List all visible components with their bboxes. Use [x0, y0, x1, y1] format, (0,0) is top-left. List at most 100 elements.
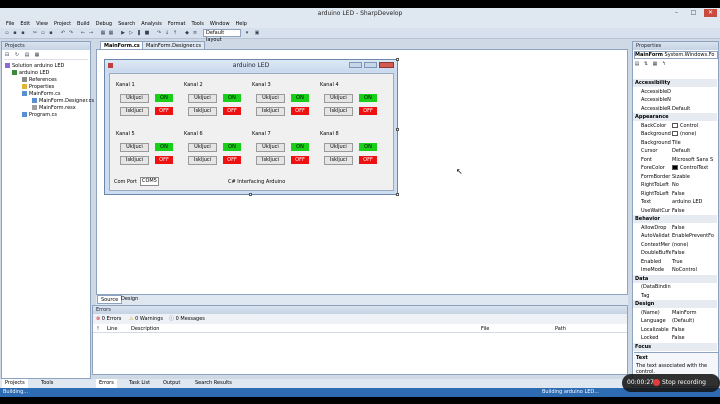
- tab-tools[interactable]: Tools: [38, 379, 56, 388]
- property-row[interactable]: Background Tile: [633, 139, 717, 147]
- property-value[interactable]: NoControl: [672, 266, 717, 274]
- channel-8-on-button[interactable]: Ukljuci: [324, 143, 353, 152]
- layout-select[interactable]: Default layout: [203, 29, 241, 43]
- property-row[interactable]: Background (none): [633, 130, 717, 138]
- property-row[interactable]: (Name) MainForm: [633, 309, 717, 317]
- channel-8-off-button[interactable]: Iskljuci: [324, 156, 353, 165]
- property-row[interactable]: AccessibleD: [633, 88, 717, 96]
- property-value[interactable]: (none): [680, 130, 717, 138]
- property-row[interactable]: (DataBindin: [633, 283, 717, 291]
- property-value[interactable]: No: [672, 181, 717, 189]
- redo-icon[interactable]: ↷: [68, 30, 74, 36]
- build-icon[interactable]: ▦: [100, 30, 106, 36]
- property-value[interactable]: Microsoft Sans S: [672, 156, 717, 164]
- property-category[interactable]: Design: [633, 300, 717, 308]
- maximize-button[interactable]: □: [687, 9, 700, 17]
- chevron-down-icon[interactable]: ▾: [244, 30, 250, 36]
- step-out-icon[interactable]: ↑: [172, 30, 178, 36]
- property-row[interactable]: ContextMer (none): [633, 241, 717, 249]
- cut-icon[interactable]: ✂: [32, 30, 38, 36]
- property-category[interactable]: Focus: [633, 342, 717, 351]
- alphabetical-icon[interactable]: ⇅: [643, 61, 649, 67]
- menu-item-help[interactable]: Help: [233, 21, 250, 27]
- channel-5-on-button[interactable]: Ukljuci: [120, 143, 149, 152]
- properties-view-icon[interactable]: ▦: [652, 61, 658, 67]
- property-row[interactable]: Locked False: [633, 334, 717, 342]
- property-row[interactable]: Tag: [633, 292, 717, 300]
- form-window[interactable]: arduino LED Kanal 1 Ukljuci ON Iskljuci OFF K…: [104, 59, 398, 195]
- channel-4-off-button[interactable]: Iskljuci: [324, 107, 353, 116]
- undo-icon[interactable]: ↶: [60, 30, 66, 36]
- stop-icon[interactable]: ■: [144, 30, 150, 36]
- property-value[interactable]: False: [672, 326, 717, 334]
- property-value[interactable]: False: [672, 207, 717, 215]
- channel-5-off-button[interactable]: Iskljuci: [120, 156, 149, 165]
- tree-item-solution[interactable]: Solution arduino LED: [5, 63, 64, 69]
- resize-handle[interactable]: [396, 128, 399, 131]
- property-row[interactable]: Font Microsoft Sans S: [633, 156, 717, 164]
- save-icon[interactable]: ▪: [20, 30, 26, 36]
- property-value[interactable]: Tile: [672, 139, 717, 147]
- property-category[interactable]: Appearance: [633, 113, 717, 121]
- property-value[interactable]: (none): [672, 241, 717, 249]
- channel-2-off-button[interactable]: Iskljuci: [188, 107, 217, 116]
- menu-item-window[interactable]: Window: [207, 21, 233, 27]
- property-value[interactable]: Control: [680, 122, 717, 130]
- tree-item-resx[interactable]: MainForm.resx: [32, 105, 76, 111]
- run-without-debug-icon[interactable]: ▷: [128, 30, 134, 36]
- tab-mainform-designer[interactable]: MainForm.Designer.cs: [142, 41, 205, 49]
- property-row[interactable]: ForeColor ControlText: [633, 164, 717, 172]
- channel-7-on-button[interactable]: Ukljuci: [256, 143, 285, 152]
- menu-item-build[interactable]: Build: [74, 21, 93, 27]
- channel-6-on-button[interactable]: Ukljuci: [188, 143, 217, 152]
- properties-icon[interactable]: ▦: [34, 52, 40, 58]
- property-row[interactable]: UseWaitCur False: [633, 207, 717, 215]
- property-value[interactable]: Default: [672, 147, 717, 155]
- object-selector[interactable]: MainForm System.Windows.Fo: [634, 51, 718, 59]
- menu-item-format[interactable]: Format: [165, 21, 189, 27]
- close-button[interactable]: ✕: [704, 9, 717, 17]
- resize-handle[interactable]: [249, 193, 252, 196]
- paste-icon[interactable]: ▪: [48, 30, 54, 36]
- property-row[interactable]: Language (Default): [633, 317, 717, 325]
- property-row[interactable]: Text arduino LED: [633, 198, 717, 206]
- copy-icon[interactable]: ▫: [40, 30, 46, 36]
- tree-item-references[interactable]: References: [22, 77, 57, 83]
- warnings-filter[interactable]: ⚠ 0 Warnings: [129, 316, 163, 322]
- property-row[interactable]: Localizable False: [633, 326, 717, 334]
- tab-task-list[interactable]: Task List: [126, 379, 153, 388]
- property-row[interactable]: AllowDrop False: [633, 224, 717, 232]
- new-file-icon[interactable]: ▫: [4, 30, 10, 36]
- channel-1-on-button[interactable]: Ukljuci: [120, 94, 149, 103]
- tab-projects[interactable]: Projects: [2, 379, 28, 388]
- comment-icon[interactable]: ≡: [192, 30, 198, 36]
- property-row[interactable]: ImeMode NoControl: [633, 266, 717, 274]
- tree-item-program[interactable]: Program.cs: [22, 112, 57, 118]
- menu-item-analysis[interactable]: Analysis: [138, 21, 165, 27]
- property-row[interactable]: AccessibleR Default: [633, 105, 717, 113]
- menu-item-search[interactable]: Search: [115, 21, 138, 27]
- tab-search-results[interactable]: Search Results: [192, 379, 235, 388]
- refresh-icon[interactable]: ↻: [14, 52, 20, 58]
- channel-7-off-button[interactable]: Iskljuci: [256, 156, 285, 165]
- tree-item-mainform[interactable]: MainForm.cs: [22, 91, 60, 97]
- property-value[interactable]: arduino LED: [672, 198, 717, 206]
- col-line[interactable]: Line: [107, 326, 117, 332]
- tab-design[interactable]: Design: [118, 295, 141, 304]
- pause-icon[interactable]: ❚: [136, 30, 142, 36]
- tree-item-designer[interactable]: MainForm.Designer.cs: [32, 98, 94, 104]
- property-value[interactable]: False: [672, 190, 717, 198]
- property-row[interactable]: Enabled True: [633, 258, 717, 266]
- resize-handle[interactable]: [396, 193, 399, 196]
- step-over-icon[interactable]: ↷: [156, 30, 162, 36]
- forward-icon[interactable]: →: [88, 30, 94, 36]
- col-path[interactable]: Path: [555, 326, 566, 332]
- property-row[interactable]: BackColor Control: [633, 122, 717, 130]
- menu-item-tools[interactable]: Tools: [188, 21, 206, 27]
- channel-3-off-button[interactable]: Iskljuci: [256, 107, 285, 116]
- bookmark-icon[interactable]: ◆: [184, 30, 190, 36]
- property-category[interactable]: Behavior: [633, 215, 717, 223]
- com-port-input[interactable]: COM5: [140, 177, 159, 186]
- open-icon[interactable]: ▪: [12, 30, 18, 36]
- property-row[interactable]: RightToLeft No: [633, 181, 717, 189]
